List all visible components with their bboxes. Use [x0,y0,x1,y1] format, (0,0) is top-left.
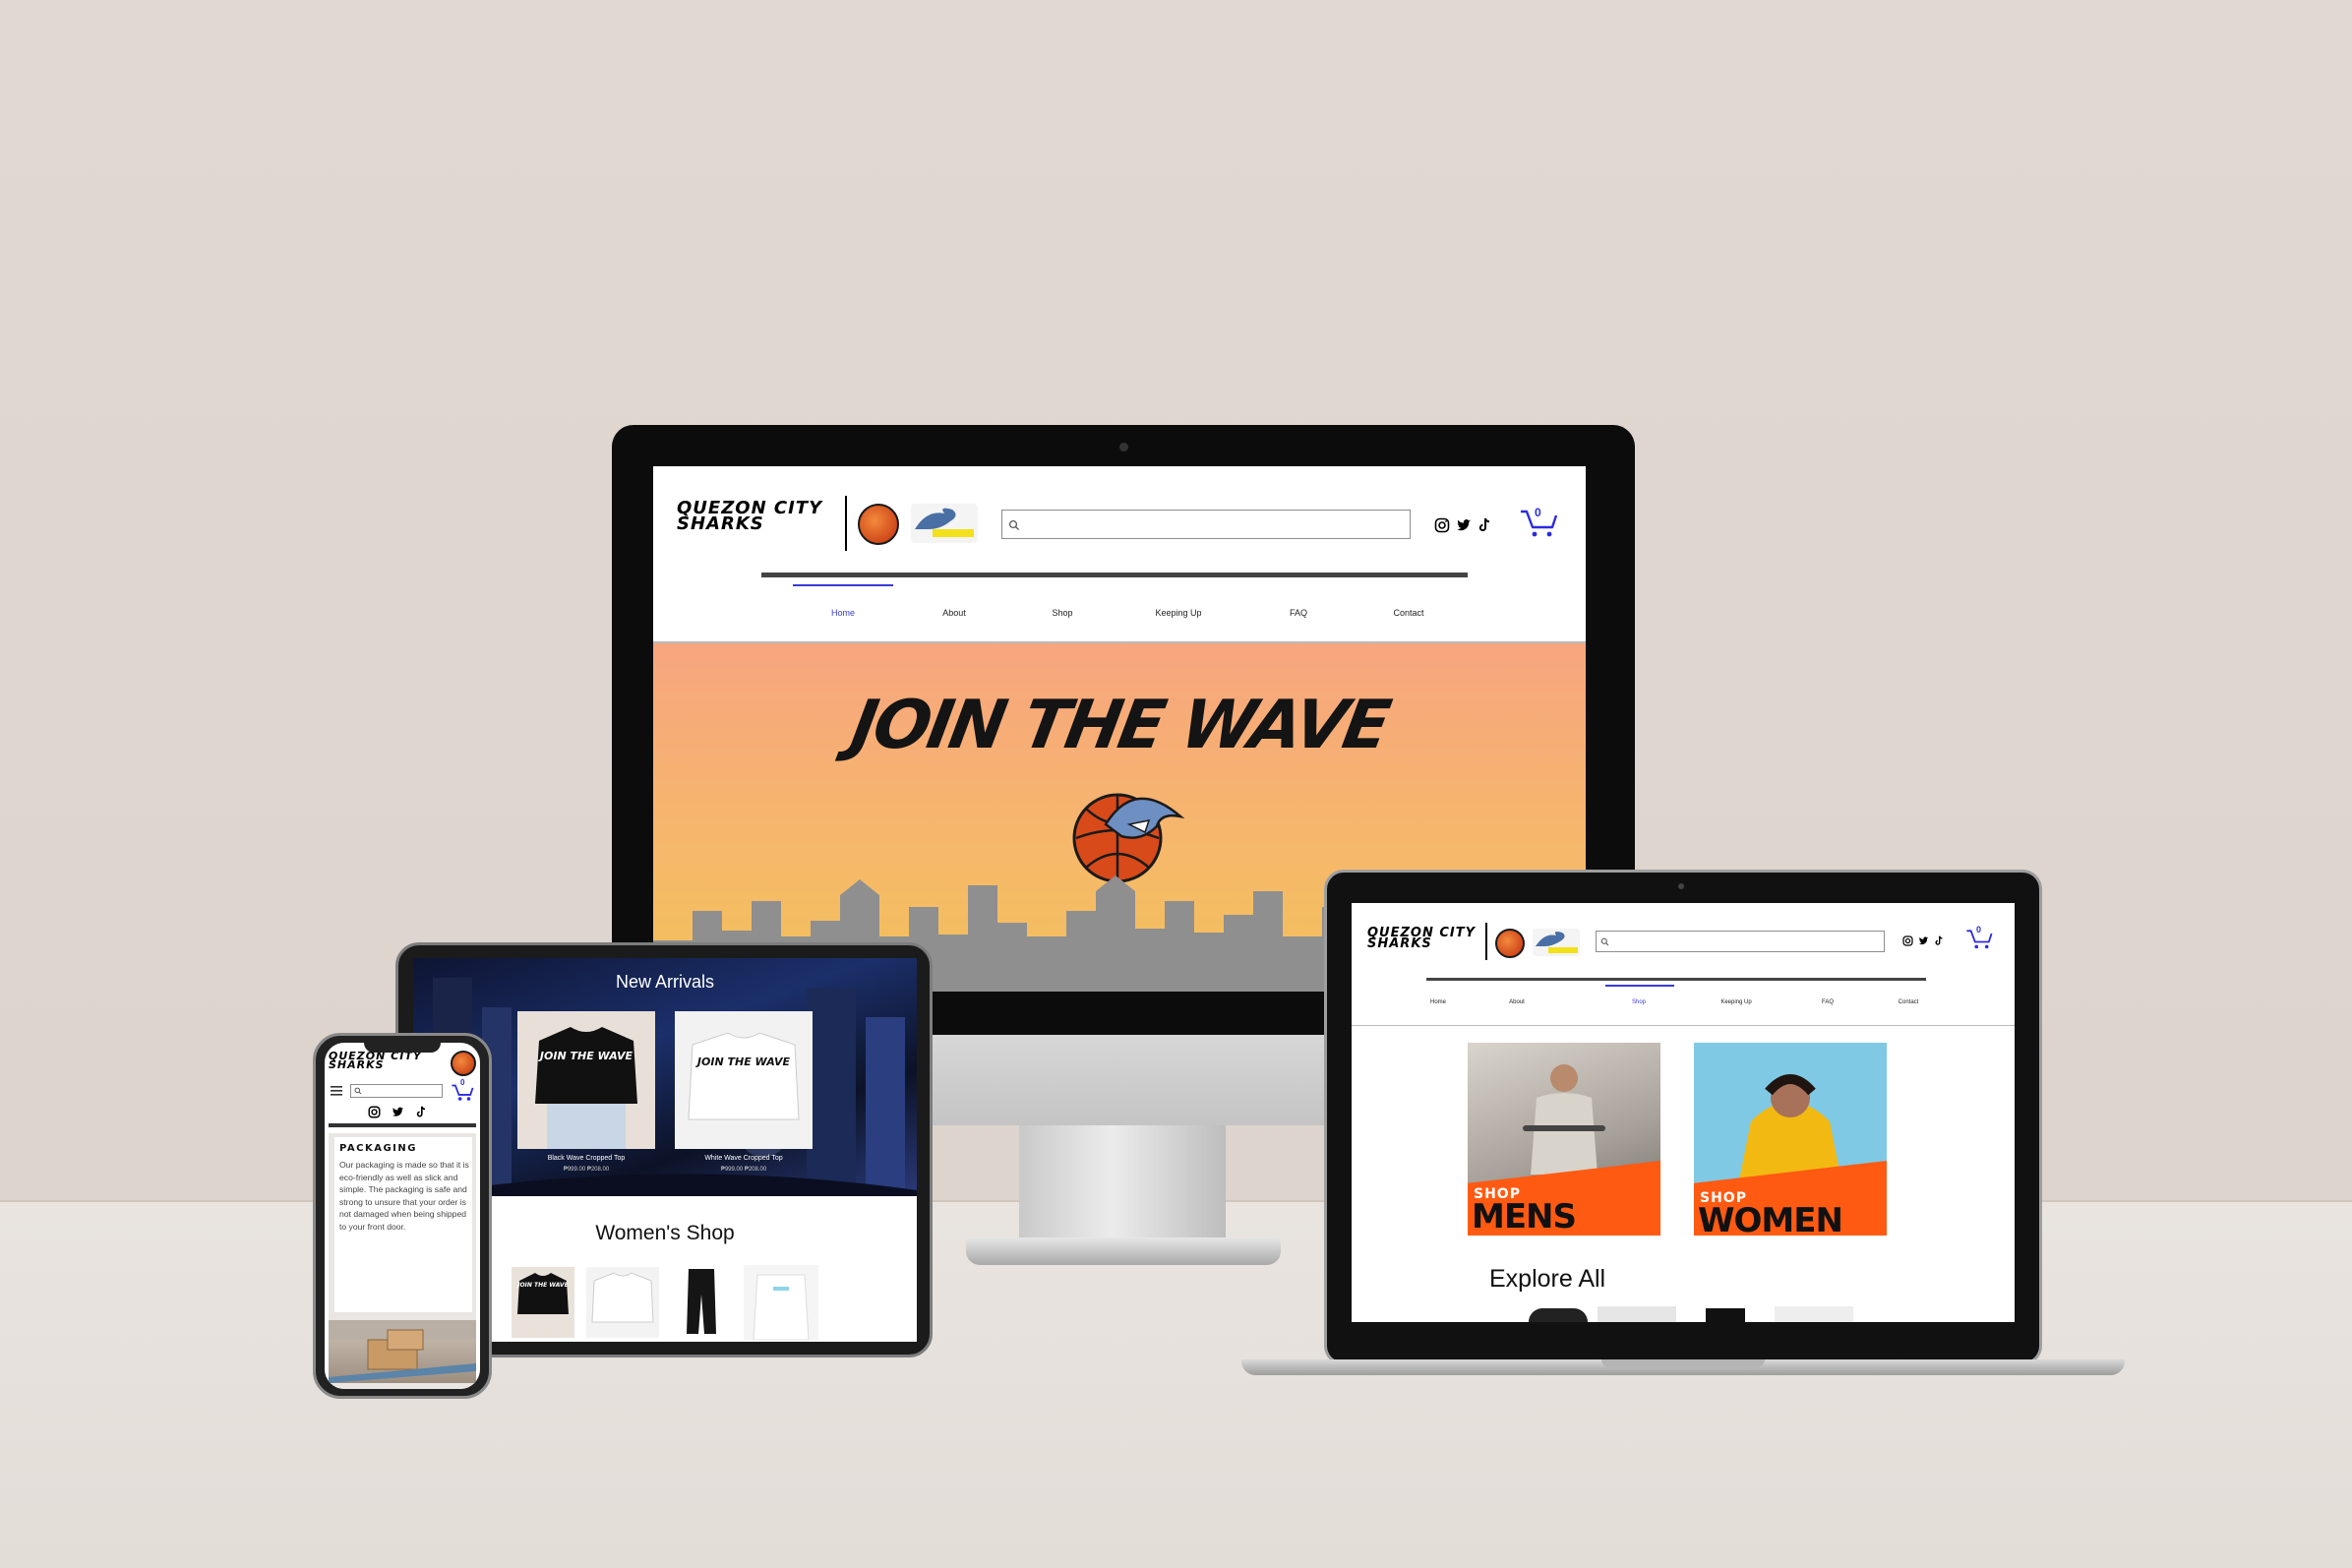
boxes-on-conveyor-image [329,1320,476,1383]
site-logo[interactable]: QUEZON CITY SHARKS [329,1051,422,1070]
shop-women-big: WOMEN [1698,1201,1843,1236]
nav-keeping-up[interactable]: Keeping Up [1712,999,1761,1005]
tiktok-icon[interactable] [1478,517,1491,533]
search-input[interactable] [1001,510,1411,539]
search-icon [1008,519,1020,531]
site-logo[interactable]: QUEZON CITY SHARKS [677,500,822,533]
team-badge-icon [451,1051,476,1076]
logo-divider [845,496,847,551]
tiktok-icon[interactable] [1934,935,1944,946]
product-thumb[interactable] [1598,1306,1676,1322]
white-tee-image [591,1272,654,1323]
team-badge-icon [858,504,899,545]
nav-faq[interactable]: FAQ [1269,608,1328,618]
social-links [1434,515,1493,535]
black-crop-top-image [535,1027,637,1149]
nav-keeping-up[interactable]: Keeping Up [1149,608,1208,618]
product-card-black-top[interactable]: JOIN THE WAVE [517,1011,655,1149]
product-thumb[interactable] [1775,1306,1853,1322]
cart-button[interactable]: 0 [1519,506,1558,539]
instagram-icon[interactable] [1902,935,1913,946]
hero-title: JOIN THE WAVE [845,687,1394,764]
tee-print: JOIN THE WAVE [539,1050,633,1062]
nav-home[interactable]: Home [814,608,873,618]
nav-contact[interactable]: Contact [1889,999,1928,1005]
mens-model-photo [1523,1064,1605,1175]
women-product-thumb[interactable] [586,1267,659,1338]
nav-shop[interactable]: Shop [1619,999,1658,1005]
product-price: ₱999.00 ₱208.00 [563,1167,610,1173]
logo-divider [1485,923,1487,960]
monitor-stand-neck [1019,1125,1226,1241]
product-price: ₱999.00 ₱208.00 [720,1167,767,1173]
shop-mens-card[interactable]: SHOP MENS [1468,1043,1660,1236]
new-arrivals-heading: New Arrivals [615,972,715,992]
product-name[interactable]: White Wave Cropped Top [675,1155,813,1162]
product-name[interactable]: Black Wave Cropped Top [517,1155,655,1162]
nav-contact[interactable]: Contact [1379,608,1438,618]
laptop-notch [1601,1359,1765,1367]
search-icon [354,1087,362,1095]
header-rule [329,1123,476,1127]
packaging-heading: PACKAGING [339,1143,417,1154]
white-hoodie-image [753,1274,810,1340]
nav-home[interactable]: Home [1418,999,1458,1005]
social-links [1902,935,1946,948]
women-product-thumb[interactable] [671,1265,732,1338]
laptop-site: QUEZON CITY SHARKS 0 Home About Shop Kee… [1352,903,2015,1322]
search-input[interactable] [350,1084,443,1098]
team-badge-icon [1495,929,1525,958]
search-input[interactable] [1596,931,1885,952]
tee-print: JOIN THE WAVE [517,1282,569,1289]
packaging-card: PACKAGING Our packaging is made so that … [334,1137,472,1312]
cart-button[interactable]: 0 [1965,925,1993,950]
tee-print: JOIN THE WAVE [696,1055,791,1068]
header-rule [1426,978,1926,981]
cart-count: 0 [460,1078,465,1087]
product-thumb[interactable] [1706,1308,1745,1322]
shop-mens-big: MENS [1472,1197,1577,1236]
search-icon [1600,937,1609,946]
twitter-icon[interactable] [392,1106,404,1118]
nav-about[interactable]: About [1497,999,1537,1005]
shark-mascot-logo [1533,929,1580,956]
monitor-stand-foot [966,1237,1281,1265]
active-nav-indicator [1605,985,1674,987]
laptop-camera [1678,883,1684,889]
nav-about[interactable]: About [925,608,984,618]
instagram-icon[interactable] [1434,517,1450,533]
warehouse-photo [329,1320,476,1383]
site-logo[interactable]: QUEZON CITY SHARKS [1367,927,1476,950]
women-product-thumb[interactable]: JOIN THE WAVE [512,1267,574,1338]
shop-women-card[interactable]: SHOP WOMEN [1694,1043,1887,1236]
cart-button[interactable]: 0 [451,1078,474,1102]
cart-count: 0 [1535,506,1541,519]
nav-faq[interactable]: FAQ [1808,999,1847,1005]
explore-heading: Explore All [1489,1265,1606,1293]
social-links [368,1106,437,1119]
product-thumb[interactable] [1529,1308,1588,1322]
header-rule [761,573,1468,577]
cart-count: 0 [1976,925,1982,935]
product-card-white-top[interactable]: JOIN THE WAVE [675,1011,813,1149]
packaging-text: Our packaging is made so that it is eco-… [339,1160,469,1232]
women-model-photo [1739,1074,1841,1180]
women-product-thumb[interactable] [744,1265,818,1340]
twitter-icon[interactable] [1456,517,1472,533]
black-tee-image [517,1273,569,1314]
black-joggers-image [687,1269,716,1334]
hamburger-menu-icon[interactable] [331,1086,342,1096]
twitter-icon[interactable] [1918,935,1929,946]
white-crop-top-image [688,1032,800,1120]
packaging-section: PACKAGING Our packaging is made so that … [329,1133,476,1389]
monitor-camera [1119,443,1128,452]
tiktok-icon[interactable] [415,1106,427,1118]
nav-shop[interactable]: Shop [1033,608,1092,618]
phone-notch [364,1039,441,1053]
instagram-icon[interactable] [368,1106,381,1118]
nav-divider [1352,1025,2015,1026]
phone-site: QUEZON CITY SHARKS 0 PACKAGING Our packa… [325,1043,480,1389]
active-nav-indicator [793,584,893,586]
shark-mascot-logo [911,504,978,543]
